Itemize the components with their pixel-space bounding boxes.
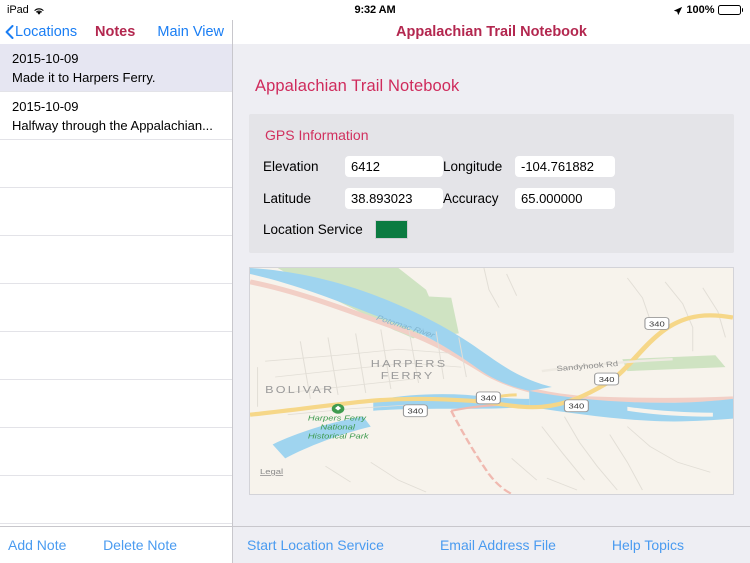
accuracy-field[interactable]: 65.000000 — [515, 188, 615, 209]
route-shield-1: 340 — [402, 404, 428, 418]
note-preview-label: Halfway through the Appalachian... — [12, 118, 213, 133]
note-list-empty-row — [0, 380, 232, 428]
elevation-field[interactable]: 6412 — [345, 156, 443, 177]
route-shield-5: 340 — [644, 317, 670, 330]
map-park-label-line3: Historical Park — [308, 431, 370, 440]
map-city-label-bolivar: BOLIVAR — [265, 385, 334, 396]
note-list-empty-row — [0, 236, 232, 284]
gps-fields-grid: Elevation 6412 Longitude -104.761882 Lat… — [263, 156, 720, 209]
note-list-item[interactable]: 2015-10-09 Halfway through the Appalachia… — [0, 92, 232, 140]
route-shield-2: 340 — [475, 391, 501, 405]
master-pane-title: Notes — [95, 24, 136, 40]
note-list-empty-row — [0, 140, 232, 188]
back-to-locations-button[interactable]: Locations — [0, 24, 77, 40]
note-date-label: 2015-10-09 — [12, 99, 79, 114]
start-location-service-button[interactable]: Start Location Service — [247, 537, 384, 553]
detail-navigation-bar: Appalachian Trail Notebook — [233, 20, 750, 44]
route-shield-label: 340 — [649, 319, 665, 328]
note-preview-label: Made it to Harpers Ferry. — [12, 70, 156, 85]
gps-information-panel: GPS Information Elevation 6412 Longitude… — [249, 114, 734, 253]
route-shield-3: 340 — [563, 399, 589, 413]
map-park-label-line2: National — [320, 423, 356, 432]
route-shield-label: 340 — [569, 402, 585, 411]
map-canvas: Potomac River HARPERS FERRY BOLIVAR Sand… — [250, 268, 733, 494]
note-list-empty-row — [0, 284, 232, 332]
map-park-label-line1: Harpers Ferry — [308, 414, 367, 423]
notes-list[interactable]: 2015-10-09 Made it to Harpers Ferry. 2015-… — [0, 44, 232, 526]
clock-label: 9:32 AM — [354, 4, 396, 16]
location-service-label: Location Service — [263, 222, 363, 237]
route-shield-label: 340 — [599, 375, 615, 384]
note-list-empty-row — [0, 428, 232, 476]
email-address-file-button[interactable]: Email Address File — [440, 537, 556, 553]
latitude-field[interactable]: 38.893023 — [345, 188, 443, 209]
gps-panel-heading: GPS Information — [265, 127, 369, 143]
note-list-empty-row — [0, 332, 232, 380]
detail-content: Appalachian Trail Notebook GPS Informati… — [233, 44, 750, 526]
main-view-button[interactable]: Main View — [157, 24, 224, 40]
help-topics-button[interactable]: Help Topics — [612, 537, 684, 553]
longitude-field[interactable]: -104.761882 — [515, 156, 615, 177]
map-city-label-ferry: FERRY — [381, 371, 435, 382]
chevron-left-icon — [5, 25, 14, 39]
longitude-label: Longitude — [443, 159, 503, 174]
back-button-label: Locations — [15, 24, 78, 40]
add-note-button[interactable]: Add Note — [0, 537, 66, 553]
location-service-status-indicator — [375, 220, 408, 239]
map-city-label-harpers: HARPERS — [371, 359, 448, 370]
map-legal-link: Legal — [260, 467, 283, 476]
split-view: Locations Notes Main View 2015-10-09 Made… — [0, 20, 750, 563]
map-view[interactable]: Potomac River HARPERS FERRY BOLIVAR Sand… — [249, 267, 734, 495]
status-bar: iPad 9:32 AM 100% — [0, 0, 750, 20]
latitude-label: Latitude — [263, 191, 312, 206]
master-pane: Locations Notes Main View 2015-10-09 Made… — [0, 20, 233, 563]
detail-toolbar: Start Location Service Email Address Fil… — [233, 526, 750, 563]
accuracy-label: Accuracy — [443, 191, 499, 206]
detail-pane: Appalachian Trail Notebook Appalachian T… — [233, 20, 750, 563]
note-list-empty-row — [0, 188, 232, 236]
elevation-label: Elevation — [263, 159, 319, 174]
note-list-empty-row — [0, 476, 232, 524]
detail-pane-title: Appalachian Trail Notebook — [396, 24, 587, 40]
route-shield-label: 340 — [408, 407, 424, 416]
page-title: Appalachian Trail Notebook — [255, 77, 460, 95]
park-marker-icon — [331, 403, 345, 414]
route-shield-label: 340 — [480, 394, 496, 403]
location-service-row: Location Service — [263, 220, 720, 239]
note-date-label: 2015-10-09 — [12, 51, 79, 66]
route-shield-4: 340 — [594, 372, 620, 386]
ipad-app-window: iPad 9:32 AM 100% Locations Notes Main V… — [0, 0, 750, 563]
master-toolbar: Add Note Delete Note — [0, 526, 232, 563]
note-list-item[interactable]: 2015-10-09 Made it to Harpers Ferry. — [0, 44, 232, 92]
delete-note-button[interactable]: Delete Note — [103, 537, 232, 553]
master-navigation-bar: Locations Notes Main View — [0, 20, 232, 44]
location-arrow-icon — [673, 6, 683, 16]
